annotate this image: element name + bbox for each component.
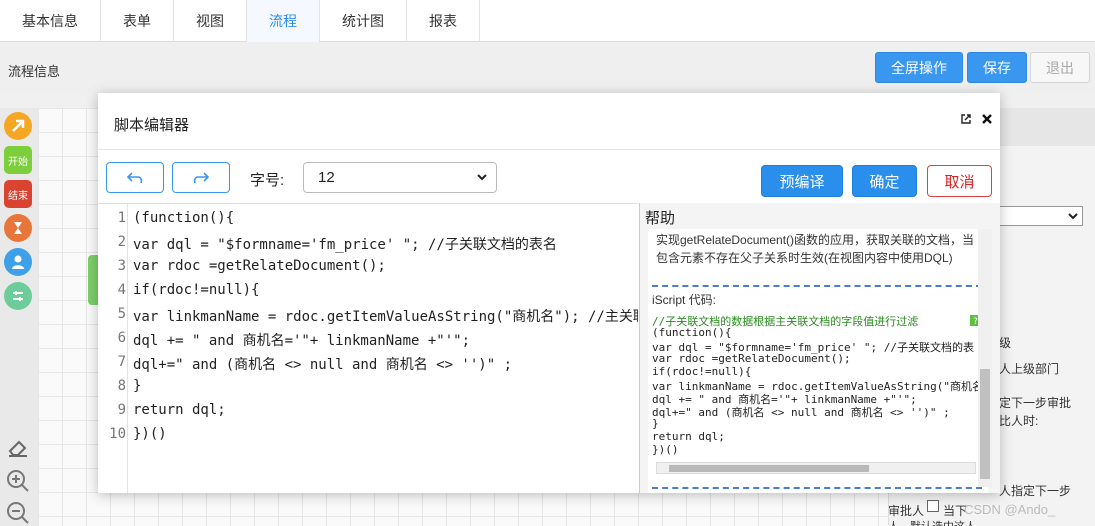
arrow-icon [12, 119, 25, 132]
font-size-label: 字号: [250, 172, 285, 189]
arrow-tool[interactable] [4, 112, 32, 140]
code-line: if(rdoc!=null){ [133, 282, 260, 298]
line-number: 4 [117, 282, 126, 298]
cancel-button[interactable]: 取消 [927, 165, 992, 197]
help-content[interactable]: 实现getRelateDocument()函数的应用，获取关联的文档，当包含元素… [648, 229, 988, 493]
default-select-text: 人，默认选中这人 [888, 518, 976, 526]
font-size-value: 12 [318, 169, 335, 186]
approval-level-text: 级 [999, 336, 1012, 350]
zoom-in-icon[interactable] [5, 468, 31, 494]
line-number: 7 [117, 354, 126, 370]
modal-header-divider [98, 149, 1000, 150]
code-line: return dql; [133, 402, 226, 418]
line-number: 1 [117, 210, 126, 226]
exit-button[interactable]: 退出 [1030, 52, 1090, 83]
tab-basic-info[interactable]: 基本信息 [0, 0, 101, 42]
eraser-icon[interactable] [5, 434, 31, 460]
watermark: CSDN @Ando_ [964, 502, 1056, 517]
help-code-line: } [652, 417, 659, 430]
help-description: 实现getRelateDocument()函数的应用，获取关联的文档，当包含元素… [656, 233, 975, 265]
help-code-line: (function(){ [652, 326, 732, 339]
wait-node-tool[interactable] [4, 214, 32, 242]
precompile-button[interactable]: 预编译 [761, 165, 843, 197]
redo-button[interactable] [172, 162, 230, 193]
help-code-line: if(rdoc!=null){ [652, 365, 752, 378]
help-vertical-scrollbar[interactable] [978, 229, 992, 487]
line-number-gutter: 1 2 3 4 5 6 7 8 9 10 [98, 204, 128, 493]
font-size-select[interactable]: 12 [303, 162, 497, 193]
redo-icon [193, 171, 210, 183]
fullscreen-button[interactable]: 全屏操作 [875, 52, 963, 83]
undo-button[interactable] [106, 162, 164, 193]
line-number: 10 [109, 426, 126, 442]
help-divider [652, 487, 982, 489]
parent-dept-text: 人上级部门 [999, 362, 1060, 376]
workflow-toolbar: 流程信息 全屏操作 保存 退出 [0, 42, 1095, 94]
code-line: var rdoc =getRelateDocument(); [133, 258, 386, 274]
line-number: 2 [117, 234, 126, 250]
start-node-label: 开始 [8, 156, 28, 168]
help-title: 帮助 [645, 210, 676, 227]
user-node-tool[interactable] [4, 248, 32, 276]
properties-select[interactable] [999, 206, 1083, 226]
approver-text: 比人时: [999, 414, 1039, 428]
help-panel: 帮助 实现getRelateDocument()函数的应用，获取关联的文档，当包… [639, 203, 1000, 493]
tab-view[interactable]: 视图 [174, 0, 247, 42]
code-line: var dql = "$formname='fm_price' "; //子关联… [133, 237, 557, 253]
line-number: 9 [117, 402, 126, 418]
split-icon [13, 291, 23, 301]
help-code-line: return dql; [652, 430, 725, 443]
popout-icon[interactable] [960, 113, 972, 125]
tab-form[interactable]: 表单 [101, 0, 174, 42]
code-editor[interactable]: 1 2 3 4 5 6 7 8 9 10 (function(){ var dq… [98, 203, 638, 493]
current-step-checkbox[interactable] [927, 500, 939, 512]
approver-footer-label: 审批人 [888, 504, 925, 518]
top-tab-bar: 基本信息 表单 视图 流程 统计图 报表 [0, 0, 1095, 42]
next-step-text: 定下一步审批 [999, 396, 1072, 410]
code-line: (function(){ [133, 210, 235, 226]
tab-workflow[interactable]: 流程 [247, 0, 320, 42]
user-icon [12, 255, 24, 269]
help-divider [652, 285, 982, 287]
modal-title: 脚本编辑器 [114, 117, 190, 134]
line-number: 5 [117, 306, 126, 322]
help-code-line: var rdoc =getRelateDocument(); [652, 352, 851, 365]
line-number: 6 [117, 330, 126, 346]
assign-next-text: 人指定下一步 [999, 484, 1072, 498]
line-number: 3 [117, 258, 126, 274]
help-code-line: })() [652, 443, 679, 456]
code-line: })() [133, 426, 167, 442]
end-node-label: 结束 [8, 190, 28, 202]
end-node-tool[interactable]: 结束 [4, 180, 32, 208]
code-line: dql += " and 商机名='"+ linkmanName +"'"; [133, 333, 471, 349]
tab-statistics-chart[interactable]: 统计图 [320, 0, 407, 42]
split-node-tool[interactable] [4, 282, 32, 310]
help-subtitle: iScript 代码: [652, 293, 717, 307]
zoom-out-icon[interactable] [5, 500, 31, 526]
line-number: 8 [117, 378, 126, 394]
help-code-horizontal-scrollbar[interactable] [656, 462, 976, 474]
undo-icon [126, 171, 143, 183]
start-node-tool[interactable]: 开始 [4, 146, 32, 174]
tab-report[interactable]: 报表 [407, 0, 480, 42]
hourglass-icon [14, 222, 22, 234]
section-label: 流程信息 [8, 64, 61, 79]
code-line: dql+=" and (商机名 <> null and 商机名 <> '')" … [133, 357, 513, 373]
horizontal-scroll-thumb[interactable] [669, 465, 869, 472]
save-button[interactable]: 保存 [967, 52, 1027, 83]
help-code-line: dql+=" and (商机名 <> null and 商机名 <> '')" … [652, 406, 950, 419]
close-icon[interactable] [981, 113, 993, 125]
code-line: } [133, 378, 142, 394]
chevron-down-icon [1068, 213, 1078, 220]
chevron-down-icon [477, 174, 487, 181]
code-line: var linkmanName = rdoc.getItemValueAsStr… [133, 309, 638, 325]
script-editor-modal: 脚本编辑器 字号: 12 预编译 确定 取消 1 2 3 4 5 6 7 8 9… [98, 93, 1000, 493]
confirm-button[interactable]: 确定 [852, 165, 917, 197]
vertical-scroll-thumb[interactable] [980, 369, 990, 479]
tool-palette: 开始 结束 [0, 108, 38, 526]
